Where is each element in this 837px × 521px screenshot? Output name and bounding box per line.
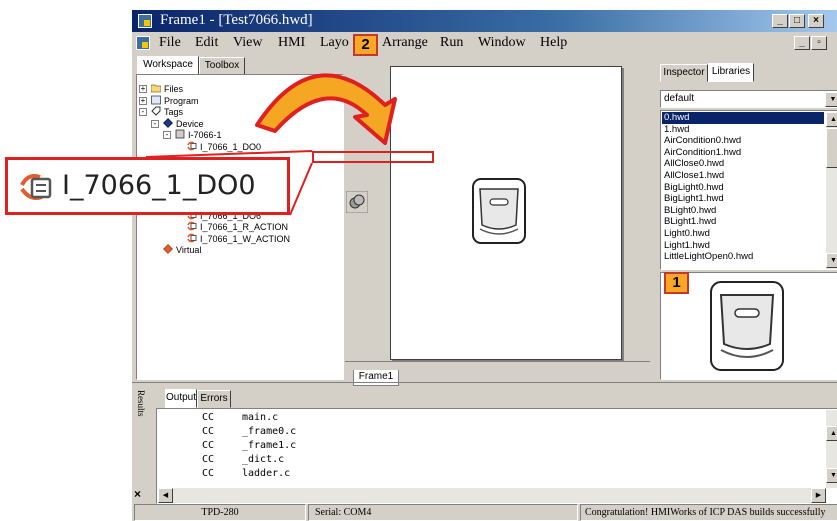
zoom-label: I_7066_1_DO0 xyxy=(62,170,256,201)
step-badge-1: 1 xyxy=(664,272,689,294)
tag-icon xyxy=(18,171,54,206)
drag-arrow xyxy=(255,73,397,145)
step-badge-2: 2 xyxy=(353,34,378,56)
